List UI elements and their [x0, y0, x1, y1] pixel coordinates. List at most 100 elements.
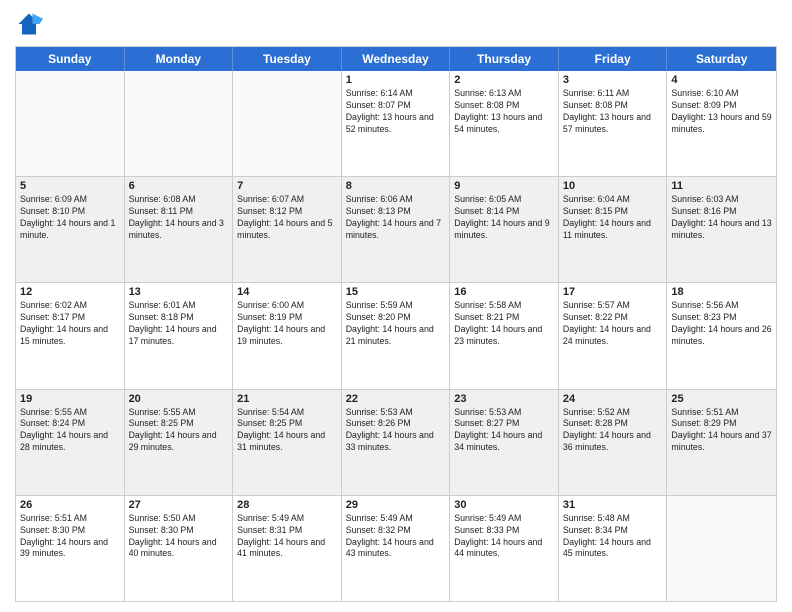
cell-info: Sunrise: 6:02 AMSunset: 8:17 PMDaylight:…: [20, 300, 120, 348]
day-number: 26: [20, 499, 120, 511]
day-number: 30: [454, 499, 554, 511]
day-cell-19: 19 Sunrise: 5:55 AMSunset: 8:24 PMDayligh…: [16, 390, 125, 495]
day-cell-12: 12 Sunrise: 6:02 AMSunset: 8:17 PMDayligh…: [16, 283, 125, 388]
calendar-page: SundayMondayTuesdayWednesdayThursdayFrid…: [0, 0, 792, 612]
logo: [15, 10, 47, 38]
day-cell-10: 10 Sunrise: 6:04 AMSunset: 8:15 PMDayligh…: [559, 177, 668, 282]
day-cell-9: 9 Sunrise: 6:05 AMSunset: 8:14 PMDaylight…: [450, 177, 559, 282]
logo-icon: [15, 10, 43, 38]
cell-info: Sunrise: 6:04 AMSunset: 8:15 PMDaylight:…: [563, 194, 663, 242]
day-cell-1: 1 Sunrise: 6:14 AMSunset: 8:07 PMDaylight…: [342, 71, 451, 176]
calendar: SundayMondayTuesdayWednesdayThursdayFrid…: [15, 46, 777, 602]
cell-info: Sunrise: 5:49 AMSunset: 8:33 PMDaylight:…: [454, 513, 554, 561]
cell-info: Sunrise: 5:53 AMSunset: 8:27 PMDaylight:…: [454, 407, 554, 455]
day-cell-11: 11 Sunrise: 6:03 AMSunset: 8:16 PMDayligh…: [667, 177, 776, 282]
header-day-friday: Friday: [559, 47, 668, 71]
cell-info: Sunrise: 5:49 AMSunset: 8:32 PMDaylight:…: [346, 513, 446, 561]
header-day-saturday: Saturday: [667, 47, 776, 71]
day-number: 17: [563, 286, 663, 298]
empty-cell: [233, 71, 342, 176]
cell-info: Sunrise: 5:51 AMSunset: 8:29 PMDaylight:…: [671, 407, 772, 455]
day-number: 11: [671, 180, 772, 192]
day-cell-29: 29Sunrise: 5:49 AMSunset: 8:32 PMDayligh…: [342, 496, 451, 601]
cell-info: Sunrise: 5:50 AMSunset: 8:30 PMDaylight:…: [129, 513, 229, 561]
cell-info: Sunrise: 5:55 AMSunset: 8:25 PMDaylight:…: [129, 407, 229, 455]
day-number: 3: [563, 74, 663, 86]
cell-info: Sunrise: 6:03 AMSunset: 8:16 PMDaylight:…: [671, 194, 772, 242]
day-number: 31: [563, 499, 663, 511]
day-cell-14: 14 Sunrise: 6:00 AMSunset: 8:19 PMDayligh…: [233, 283, 342, 388]
day-cell-7: 7 Sunrise: 6:07 AMSunset: 8:12 PMDaylight…: [233, 177, 342, 282]
day-number: 14: [237, 286, 337, 298]
header-day-tuesday: Tuesday: [233, 47, 342, 71]
cell-info: Sunrise: 6:07 AMSunset: 8:12 PMDaylight:…: [237, 194, 337, 242]
day-cell-2: 2 Sunrise: 6:13 AMSunset: 8:08 PMDaylight…: [450, 71, 559, 176]
day-number: 4: [671, 74, 772, 86]
header-day-thursday: Thursday: [450, 47, 559, 71]
cell-info: Sunrise: 5:56 AMSunset: 8:23 PMDaylight:…: [671, 300, 772, 348]
cell-info: Sunrise: 6:13 AMSunset: 8:08 PMDaylight:…: [454, 88, 554, 136]
day-cell-27: 27 Sunrise: 5:50 AMSunset: 8:30 PMDayligh…: [125, 496, 234, 601]
cell-info: Sunrise: 5:58 AMSunset: 8:21 PMDaylight:…: [454, 300, 554, 348]
cell-info: Sunrise: 6:05 AMSunset: 8:14 PMDaylight:…: [454, 194, 554, 242]
day-cell-15: 15 Sunrise: 5:59 AMSunset: 8:20 PMDayligh…: [342, 283, 451, 388]
day-cell-5: 5 Sunrise: 6:09 AMSunset: 8:10 PMDaylight…: [16, 177, 125, 282]
day-cell-17: 17 Sunrise: 5:57 AMSunset: 8:22 PMDayligh…: [559, 283, 668, 388]
day-number: 27: [129, 499, 229, 511]
day-number: 12: [20, 286, 120, 298]
day-number: 1: [346, 74, 446, 86]
day-cell-21: 21 Sunrise: 5:54 AMSunset: 8:25 PMDayligh…: [233, 390, 342, 495]
day-cell-4: 4 Sunrise: 6:10 AMSunset: 8:09 PMDaylight…: [667, 71, 776, 176]
cell-info: Sunrise: 5:52 AMSunset: 8:28 PMDaylight:…: [563, 407, 663, 455]
day-number: 10: [563, 180, 663, 192]
day-cell-8: 8 Sunrise: 6:06 AMSunset: 8:13 PMDaylight…: [342, 177, 451, 282]
day-cell-31: 31 Sunrise: 5:48 AMSunset: 8:34 PMDayligh…: [559, 496, 668, 601]
day-number: 5: [20, 180, 120, 192]
header: [15, 10, 777, 38]
cell-info: Sunrise: 5:49 AMSunset: 8:31 PMDaylight:…: [237, 513, 337, 561]
header-day-sunday: Sunday: [16, 47, 125, 71]
day-cell-24: 24 Sunrise: 5:52 AMSunset: 8:28 PMDayligh…: [559, 390, 668, 495]
day-cell-3: 3 Sunrise: 6:11 AMSunset: 8:08 PMDaylight…: [559, 71, 668, 176]
day-cell-26: 26Sunrise: 5:51 AMSunset: 8:30 PMDayligh…: [16, 496, 125, 601]
cell-info: Sunrise: 6:11 AMSunset: 8:08 PMDaylight:…: [563, 88, 663, 136]
cell-info: Sunrise: 6:01 AMSunset: 8:18 PMDaylight:…: [129, 300, 229, 348]
week-row-5: 26Sunrise: 5:51 AMSunset: 8:30 PMDayligh…: [16, 496, 776, 601]
day-number: 6: [129, 180, 229, 192]
cell-info: Sunrise: 5:48 AMSunset: 8:34 PMDaylight:…: [563, 513, 663, 561]
day-cell-20: 20 Sunrise: 5:55 AMSunset: 8:25 PMDayligh…: [125, 390, 234, 495]
day-number: 18: [671, 286, 772, 298]
day-number: 24: [563, 393, 663, 405]
week-row-4: 19 Sunrise: 5:55 AMSunset: 8:24 PMDayligh…: [16, 390, 776, 496]
empty-cell: [667, 496, 776, 601]
day-cell-25: 25Sunrise: 5:51 AMSunset: 8:29 PMDayligh…: [667, 390, 776, 495]
empty-cell: [125, 71, 234, 176]
day-number: 20: [129, 393, 229, 405]
week-row-2: 5 Sunrise: 6:09 AMSunset: 8:10 PMDaylight…: [16, 177, 776, 283]
cell-info: Sunrise: 5:59 AMSunset: 8:20 PMDaylight:…: [346, 300, 446, 348]
week-row-1: 1 Sunrise: 6:14 AMSunset: 8:07 PMDaylight…: [16, 71, 776, 177]
day-number: 2: [454, 74, 554, 86]
day-number: 8: [346, 180, 446, 192]
day-cell-16: 16 Sunrise: 5:58 AMSunset: 8:21 PMDayligh…: [450, 283, 559, 388]
cell-info: Sunrise: 6:08 AMSunset: 8:11 PMDaylight:…: [129, 194, 229, 242]
day-cell-6: 6 Sunrise: 6:08 AMSunset: 8:11 PMDaylight…: [125, 177, 234, 282]
empty-cell: [16, 71, 125, 176]
day-number: 9: [454, 180, 554, 192]
cell-info: Sunrise: 6:06 AMSunset: 8:13 PMDaylight:…: [346, 194, 446, 242]
day-number: 15: [346, 286, 446, 298]
cell-info: Sunrise: 6:09 AMSunset: 8:10 PMDaylight:…: [20, 194, 120, 242]
day-number: 21: [237, 393, 337, 405]
cell-info: Sunrise: 6:00 AMSunset: 8:19 PMDaylight:…: [237, 300, 337, 348]
day-number: 16: [454, 286, 554, 298]
cell-info: Sunrise: 6:10 AMSunset: 8:09 PMDaylight:…: [671, 88, 772, 136]
cell-info: Sunrise: 5:55 AMSunset: 8:24 PMDaylight:…: [20, 407, 120, 455]
cell-info: Sunrise: 6:14 AMSunset: 8:07 PMDaylight:…: [346, 88, 446, 136]
header-day-monday: Monday: [125, 47, 234, 71]
cell-info: Sunrise: 5:57 AMSunset: 8:22 PMDaylight:…: [563, 300, 663, 348]
day-number: 19: [20, 393, 120, 405]
calendar-header: SundayMondayTuesdayWednesdayThursdayFrid…: [16, 47, 776, 71]
cell-info: Sunrise: 5:54 AMSunset: 8:25 PMDaylight:…: [237, 407, 337, 455]
day-number: 7: [237, 180, 337, 192]
day-number: 13: [129, 286, 229, 298]
